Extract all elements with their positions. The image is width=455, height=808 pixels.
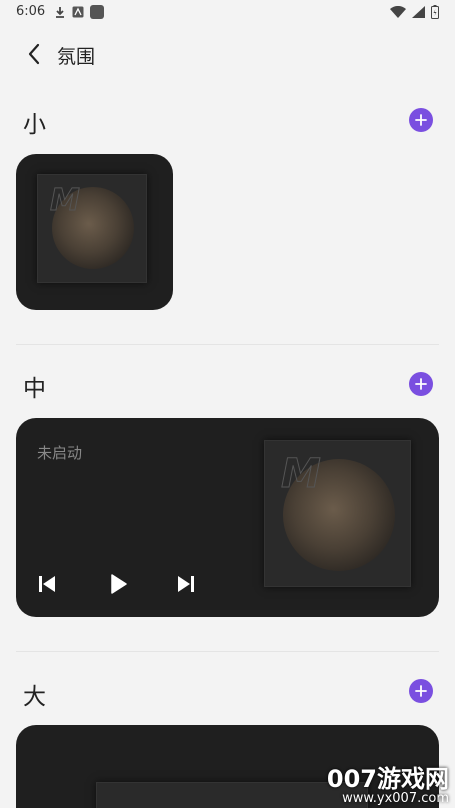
playback-status: 未启动 xyxy=(37,444,83,462)
status-notification-icons xyxy=(54,5,104,19)
download-icon xyxy=(56,6,64,18)
plus-icon xyxy=(415,685,427,697)
watermark: 007游戏网 www.yx007.com xyxy=(327,766,449,806)
section-title-large: 大 xyxy=(23,684,46,710)
play-icon xyxy=(111,574,127,594)
page-title: 氛围 xyxy=(57,46,96,68)
status-time: 6:06 xyxy=(16,4,46,19)
status-bar: 6:06 xyxy=(0,0,455,26)
small-widget[interactable]: M xyxy=(16,154,173,310)
skip-next-icon xyxy=(178,576,194,592)
app-a-icon xyxy=(72,6,84,18)
album-logo: M xyxy=(50,183,81,219)
battery-icon xyxy=(431,5,439,19)
play-button[interactable] xyxy=(105,571,131,597)
previous-button[interactable] xyxy=(34,571,60,597)
add-small-widget-button[interactable] xyxy=(409,108,433,132)
section-title-medium: 中 xyxy=(23,376,46,402)
add-medium-widget-button[interactable] xyxy=(409,372,433,396)
wifi-icon xyxy=(390,6,406,18)
header: 氛围 xyxy=(0,34,455,74)
add-large-widget-button[interactable] xyxy=(409,679,433,703)
next-button[interactable] xyxy=(173,571,199,597)
medium-widget[interactable]: 未启动 M xyxy=(16,418,439,617)
album-logo: M xyxy=(281,451,322,498)
album-art: M xyxy=(37,174,147,283)
skip-previous-icon xyxy=(39,576,55,592)
plus-icon xyxy=(415,378,427,390)
watermark-main: 007游戏网 xyxy=(326,765,449,793)
section-divider xyxy=(16,651,439,652)
status-system-icons xyxy=(390,5,439,19)
watermark-url: www.yx007.com xyxy=(342,791,449,806)
album-art: M xyxy=(264,440,411,587)
chevron-left-icon xyxy=(28,43,40,65)
back-button[interactable] xyxy=(20,40,48,68)
app-square-icon xyxy=(90,5,104,19)
section-title-small: 小 xyxy=(23,112,46,138)
section-divider xyxy=(16,344,439,345)
plus-icon xyxy=(415,114,427,126)
signal-icon xyxy=(412,6,425,18)
